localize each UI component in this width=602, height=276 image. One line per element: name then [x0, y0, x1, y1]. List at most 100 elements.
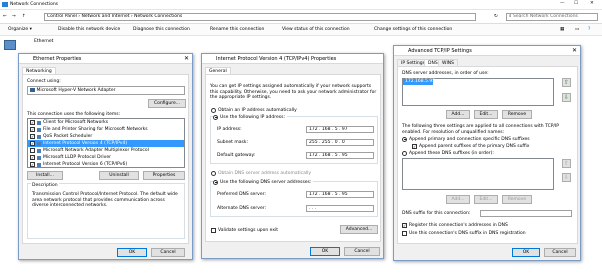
cancel-button[interactable]: Cancel — [344, 247, 380, 256]
radio-indicator — [211, 170, 216, 176]
remove-dns-button[interactable]: Remove — [502, 110, 532, 119]
subnet-mask-label: Subnet mask: — [217, 140, 248, 145]
alternate-dns-field[interactable]: . . . — [306, 205, 374, 212]
use-ip-radio[interactable]: Use the following IP address: — [213, 114, 287, 120]
auto-ip-radio[interactable]: Obtain an IP address automatically — [211, 107, 297, 113]
register-checkbox[interactable]: ✓ Register this connection's addresses in… — [402, 222, 508, 228]
organize-button[interactable]: Organize ▾ — [8, 27, 32, 32]
validate-checkbox[interactable]: Validate settings upon exit — [211, 227, 278, 233]
view-options-icon[interactable]: ▦ — [560, 27, 564, 32]
edit-suffix-button[interactable]: Edit... — [474, 195, 498, 204]
move-up-button[interactable]: ⇧ — [562, 78, 571, 87]
checkbox-indicator[interactable]: ✓ — [30, 134, 35, 139]
search-input[interactable]: ⌕ Search Network Connections — [506, 13, 598, 21]
close-icon[interactable]: ✕ — [572, 46, 577, 56]
ip-address-field[interactable]: 172 . 168 . 5 . 97 — [306, 126, 374, 133]
back-icon[interactable]: ← — [3, 14, 7, 19]
description-group: Description Transmission Control Protoco… — [27, 183, 185, 239]
minimize-button[interactable]: — — [560, 1, 565, 6]
cancel-button[interactable]: Cancel — [544, 248, 576, 257]
ok-button[interactable]: OK — [310, 247, 340, 256]
checkbox-indicator[interactable]: ✓ — [30, 120, 35, 125]
append-parent-checkbox[interactable]: ✓ Append parent suffixes of the primary D… — [412, 143, 529, 149]
dialog-titlebar: Ethernet Properties ✕ — [19, 54, 192, 64]
maximize-button[interactable]: ☐ — [574, 1, 578, 6]
list-item[interactable]: ✓ File and Printer Sharing for Microsoft … — [28, 126, 184, 133]
breadcrumb-network-internet[interactable]: Network and Internet — [82, 14, 130, 19]
close-window-button[interactable]: ✕ — [590, 1, 594, 6]
append-primary-label: Append primary and connection specific D… — [409, 136, 530, 142]
list-item[interactable]: ✓ Microsoft LLDP Protocol Driver — [28, 154, 184, 161]
disable-device-button[interactable]: Disable this network device — [58, 27, 120, 32]
list-item[interactable]: ✓ Client for Microsoft Networks — [28, 119, 184, 126]
append-these-radio[interactable]: Append these DNS suffixes (in order): — [402, 150, 494, 156]
list-item[interactable]: ✓ Internet Protocol Version 4 (TCP/IPv4) — [28, 140, 184, 147]
add-suffix-button[interactable]: Add... — [446, 195, 470, 204]
use-dns-radio[interactable]: Use the following DNS server addresses: — [213, 179, 314, 185]
list-item-label: Microsoft LLDP Protocol Driver — [43, 155, 111, 160]
preview-pane-icon[interactable]: ▭ — [575, 27, 579, 32]
checkbox-indicator[interactable]: ✓ — [30, 162, 35, 167]
checkbox-indicator[interactable]: ✓ — [30, 155, 35, 160]
dns-server-list[interactable]: 172.168.5.95 — [402, 78, 554, 106]
ok-button[interactable]: OK — [512, 248, 540, 257]
change-settings-button[interactable]: Change settings of this connection — [374, 27, 452, 32]
add-dns-button[interactable]: Add... — [446, 110, 470, 119]
uninstall-button[interactable]: Uninstall — [99, 171, 139, 180]
breadcrumb: Control Panel › Network and Internet › N… — [47, 14, 183, 19]
list-item-label: Client for Microsoft Networks — [43, 120, 109, 125]
adapter-value: Microsoft Hyper-V Network Adapter — [36, 88, 116, 93]
radio-indicator — [211, 107, 216, 113]
suffix-input[interactable] — [480, 210, 572, 217]
dialog-titlebar: Internet Protocol Version 4 (TCP/IPv4) P… — [202, 54, 383, 64]
remove-suffix-button[interactable]: Remove — [502, 195, 532, 204]
forward-icon[interactable]: → — [12, 14, 16, 19]
dialog-title: Ethernet Properties — [33, 56, 82, 62]
network-adapter-icon — [4, 40, 16, 50]
properties-button[interactable]: Properties — [143, 171, 185, 180]
diagnose-button[interactable]: Diagnose this connection — [133, 27, 190, 32]
component-icon — [37, 162, 41, 167]
edit-dns-button[interactable]: Edit... — [474, 110, 498, 119]
up-icon[interactable]: ↑ — [22, 14, 26, 19]
breadcrumb-network-connections[interactable]: Network Connections — [134, 14, 182, 19]
subnet-mask-field[interactable]: 255 . 255 . 0 . 0 — [306, 139, 374, 146]
append-these-label: Append these DNS suffixes (in order): — [409, 150, 494, 156]
list-item[interactable]: ✓ QoS Packet Scheduler — [28, 133, 184, 140]
ipv4-properties-dialog: Internet Protocol Version 4 (TCP/IPv4) P… — [201, 53, 384, 259]
use-suffix-checkbox[interactable]: Use this connection's DNS suffix in DNS … — [402, 230, 526, 236]
auto-dns-label: Obtain DNS server address automatically — [218, 170, 312, 176]
default-gateway-field[interactable]: 172 . 168 . 5 . 95 — [306, 152, 374, 159]
items-list: ✓ Client for Microsoft Networks ✓ File and … — [27, 118, 185, 168]
dns-server-row[interactable]: 172.168.5.95 — [403, 79, 435, 85]
checkbox-indicator[interactable] — [30, 148, 35, 153]
suffix-up-button[interactable]: ⇧ — [562, 159, 571, 168]
radio-indicator — [213, 114, 218, 120]
close-icon[interactable]: ✕ — [184, 54, 189, 64]
suffix-list[interactable] — [402, 158, 554, 190]
cancel-button[interactable]: Cancel — [151, 248, 185, 257]
advanced-button[interactable]: Advanced... — [340, 225, 378, 234]
view-status-button[interactable]: View status of this connection — [282, 27, 350, 32]
append-primary-radio[interactable]: Append primary and connection specific D… — [402, 136, 530, 142]
list-item-label: Microsoft Network Adapter Multiplexor Pr… — [43, 148, 149, 153]
checkbox-indicator[interactable]: ✓ — [30, 127, 35, 132]
refresh-icon[interactable]: ↻ — [494, 14, 498, 19]
applies-text: The following three settings are applied… — [402, 124, 559, 135]
ok-button[interactable]: OK — [117, 248, 147, 257]
auto-dns-radio[interactable]: Obtain DNS server address automatically — [211, 170, 311, 176]
configure-button[interactable]: Configure... — [148, 99, 186, 108]
install-button[interactable]: Install... — [27, 171, 63, 180]
checkbox-indicator[interactable]: ✓ — [30, 141, 35, 146]
move-down-button[interactable]: ⇩ — [562, 93, 571, 102]
list-item[interactable]: Microsoft Network Adapter Multiplexor Pr… — [28, 147, 184, 154]
preferred-dns-field[interactable]: 172 . 168 . 5 . 95 — [306, 191, 374, 198]
dns-addresses-label: DNS server addresses, in order of use: — [402, 71, 489, 76]
radio-indicator — [402, 136, 407, 142]
rename-button[interactable]: Rename this connection — [210, 27, 264, 32]
suffix-down-button[interactable]: ⇩ — [562, 173, 571, 182]
address-field[interactable]: Control Panel › Network and Internet › N… — [44, 13, 476, 21]
list-item[interactable]: ✓ Internet Protocol Version 6 (TCP/IPv6) — [28, 161, 184, 168]
help-icon[interactable]: ? — [588, 27, 590, 32]
breadcrumb-control-panel[interactable]: Control Panel — [47, 14, 77, 19]
